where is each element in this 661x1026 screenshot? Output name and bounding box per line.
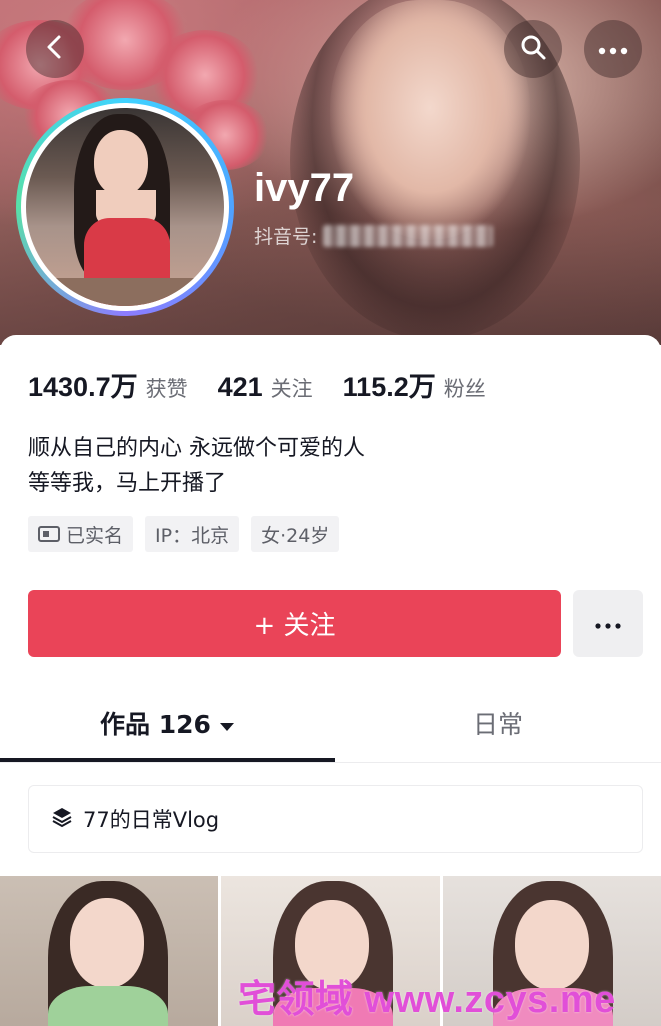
id-card-icon xyxy=(38,526,60,542)
tab-label: 作品 126 xyxy=(100,710,211,739)
stat-label: 获赞 xyxy=(145,377,188,401)
tag-verified: 已实名 xyxy=(28,516,134,552)
stat-value: 1430.7万 xyxy=(28,372,138,402)
stat-label: 粉丝 xyxy=(443,377,486,401)
tab-label: 日常 xyxy=(472,710,523,739)
stat-value: 115.2万 xyxy=(342,372,436,402)
profile-card: 1430.7万 获赞 421 关注 115.2万 粉丝 顺从自己的内心 永远做个… xyxy=(0,335,661,1026)
ellipsis-icon xyxy=(594,614,622,633)
douyin-id: 抖音号: xyxy=(254,222,494,249)
avatar[interactable] xyxy=(16,98,234,316)
layers-icon xyxy=(51,806,73,833)
bio-line: 等等我，马上开播了 xyxy=(28,471,227,496)
tag-label: IP：北京 xyxy=(155,524,230,547)
stat-value: 421 xyxy=(217,372,263,402)
divider xyxy=(0,762,661,763)
tag-ip-location: IP：北京 xyxy=(145,516,240,552)
tag-gender-age: 女·24岁 xyxy=(251,516,340,552)
stats-row: 1430.7万 获赞 421 关注 115.2万 粉丝 xyxy=(28,365,486,404)
caret-down-icon xyxy=(219,709,235,738)
tab-works[interactable]: 作品 126 xyxy=(0,687,335,759)
more-options-button[interactable] xyxy=(584,20,642,78)
content-tabs: 作品 126 日常 xyxy=(0,687,661,763)
ellipsis-icon xyxy=(598,40,628,59)
tag-label: 女·24岁 xyxy=(261,524,330,547)
profile-tags: 已实名 IP：北京 女·24岁 xyxy=(28,516,340,552)
search-button[interactable] xyxy=(504,20,562,78)
more-actions-button[interactable] xyxy=(573,590,643,657)
video-thumbnail[interactable] xyxy=(0,876,219,1026)
bio-line: 顺从自己的内心 永远做个可爱的人 xyxy=(28,436,365,461)
douyin-id-redacted xyxy=(323,224,494,247)
follow-button[interactable]: + 关注 xyxy=(28,590,561,657)
collection-label: 77的日常Vlog xyxy=(83,808,220,832)
profile-bio: 顺从自己的内心 永远做个可爱的人 等等我，马上开播了 xyxy=(28,431,365,501)
profile-username: ivy77 xyxy=(254,166,355,210)
site-watermark: 宅领域 www.zcys.me xyxy=(238,979,616,1021)
douyin-id-label: 抖音号: xyxy=(254,226,318,248)
chevron-left-icon xyxy=(42,34,68,64)
tag-label: 已实名 xyxy=(66,524,124,547)
back-button[interactable] xyxy=(26,20,84,78)
stat-label: 关注 xyxy=(270,377,313,401)
search-icon xyxy=(519,33,547,65)
collection-entry[interactable]: 77的日常Vlog xyxy=(28,785,643,853)
stat-following[interactable]: 421 关注 xyxy=(218,372,313,403)
follow-button-label: + 关注 xyxy=(253,611,336,641)
stat-likes: 1430.7万 获赞 xyxy=(28,365,188,404)
tab-daily[interactable]: 日常 xyxy=(335,687,661,759)
stat-followers[interactable]: 115.2万 粉丝 xyxy=(343,365,486,404)
